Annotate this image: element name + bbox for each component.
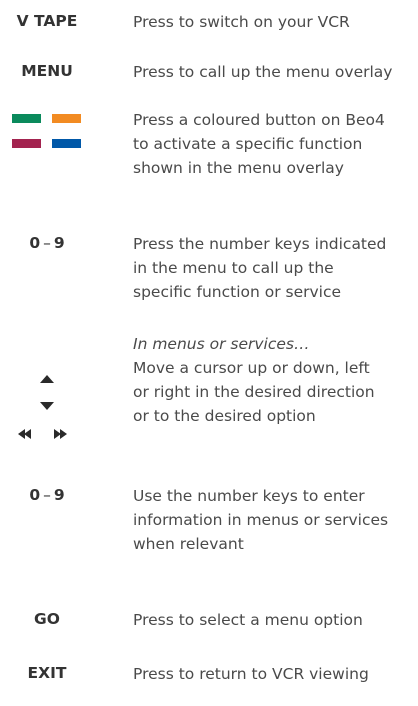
range-separator: –: [43, 486, 51, 504]
desc-line: to activate a specific function: [133, 135, 363, 153]
desc-line: specific function or service: [133, 283, 342, 301]
key-menu: MENU: [21, 62, 73, 80]
number-keys-entry-description: Use the number keys to enter information…: [133, 484, 418, 556]
arrow-left-icon: [18, 429, 31, 439]
v-tape-description: Press to switch on your VCR: [133, 10, 418, 34]
desc-line: Move a cursor up or down, left: [133, 359, 370, 377]
key-number-range: 0–9: [0, 486, 94, 504]
key-v-tape: V TAPE: [16, 12, 78, 30]
arrow-up-icon: [40, 375, 54, 383]
desc-line: Press a coloured button on Beo4: [133, 111, 385, 129]
desc-line: information in menus or services: [133, 511, 389, 529]
desc-line: in the menu to call up the: [133, 259, 334, 277]
key-number-range: 0–9: [0, 234, 94, 252]
number-to: 9: [53, 234, 65, 252]
number-from: 0: [29, 234, 41, 252]
red-button-icon: [12, 139, 41, 148]
desc-line: Press to return to VCR viewing: [133, 665, 369, 683]
blue-button-icon: [52, 139, 81, 148]
number-keys-description: Press the number keys indicated in the m…: [133, 232, 418, 304]
desc-line: when relevant: [133, 535, 244, 553]
desc-line: Press the number keys indicated: [133, 235, 387, 253]
number-from: 0: [29, 486, 41, 504]
colour-buttons-description: Press a coloured button on Beo4 to activ…: [133, 108, 418, 180]
desc-line: Press to call up the menu overlay: [133, 63, 393, 81]
desc-heading: In menus or services…: [133, 335, 310, 353]
desc-line: Press to switch on your VCR: [133, 13, 350, 31]
desc-line: Press to select a menu option: [133, 611, 363, 629]
go-description: Press to select a menu option: [133, 608, 418, 632]
key-go: GO: [34, 610, 60, 628]
key-exit: EXIT: [27, 664, 67, 682]
number-to: 9: [53, 486, 65, 504]
range-separator: –: [43, 234, 51, 252]
arrow-keys-description: In menus or services… Move a cursor up o…: [133, 332, 418, 428]
arrow-down-icon: [40, 402, 54, 410]
desc-line: Use the number keys to enter: [133, 487, 365, 505]
orange-button-icon: [52, 114, 81, 123]
desc-line: shown in the menu overlay: [133, 159, 344, 177]
desc-line: or right in the desired direction: [133, 383, 375, 401]
exit-description: Press to return to VCR viewing: [133, 662, 418, 686]
green-button-icon: [12, 114, 41, 123]
arrow-right-icon: [54, 429, 67, 439]
desc-line: or to the desired option: [133, 407, 316, 425]
menu-description: Press to call up the menu overlay: [133, 60, 418, 84]
